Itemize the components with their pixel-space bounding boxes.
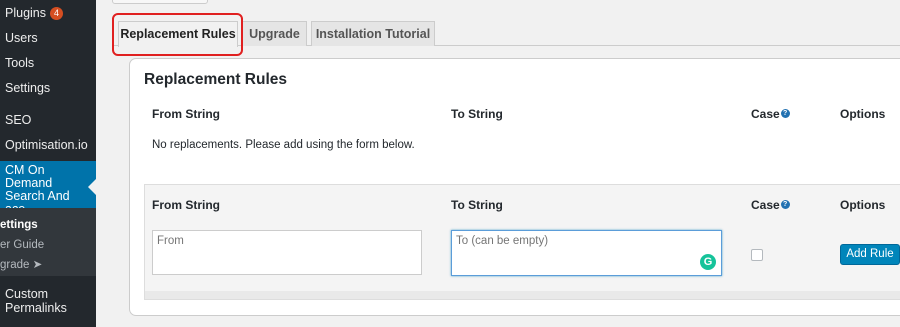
sidebar-item-users[interactable]: Users xyxy=(0,31,96,46)
sidebar-item-optimisation[interactable]: Optimisation.io xyxy=(0,138,96,153)
tab-replacement-rules[interactable]: Replacement Rules xyxy=(118,21,238,47)
sidebar-submenu: ettings er Guide grade ➤ xyxy=(0,208,96,276)
form-header-to-string: To String xyxy=(451,198,503,212)
sidebar-item-cm-search-replace[interactable]: CM On Demand Search And ace xyxy=(0,161,97,216)
header-options: Options xyxy=(840,107,886,121)
panel-title: Replacement Rules xyxy=(144,71,287,88)
submenu-item-user-guide[interactable]: er Guide xyxy=(0,238,96,253)
header-from-string: From String xyxy=(152,107,220,121)
submenu-item-upgrade[interactable]: grade ➤ xyxy=(0,258,96,273)
to-string-input[interactable] xyxy=(451,230,722,276)
header-case: Case? xyxy=(751,107,790,121)
submenu-item-settings[interactable]: ettings xyxy=(0,218,96,233)
sidebar-item-label: Plugins xyxy=(5,6,46,20)
case-checkbox[interactable] xyxy=(751,249,763,261)
form-header-case: Case? xyxy=(751,198,790,212)
tab-upgrade[interactable]: Upgrade xyxy=(242,21,307,46)
sidebar-item-settings[interactable]: Settings xyxy=(0,81,96,96)
sidebar-item-seo[interactable]: SEO xyxy=(0,113,96,128)
current-menu-arrow xyxy=(88,178,97,196)
help-icon[interactable]: ? xyxy=(780,109,790,118)
form-footer xyxy=(145,291,900,299)
header-to-string: To String xyxy=(451,107,503,121)
top-button[interactable] xyxy=(112,0,208,4)
header-case-label: Case xyxy=(751,107,780,121)
from-string-input[interactable] xyxy=(152,230,422,275)
sidebar-item-tools[interactable]: Tools xyxy=(0,56,96,71)
help-icon[interactable]: ? xyxy=(780,200,790,209)
sidebar-item-plugins[interactable]: Plugins 4 xyxy=(0,6,96,21)
form-header-options: Options xyxy=(840,198,886,212)
sidebar-item-custom-permalinks[interactable]: Custom Permalinks xyxy=(0,287,90,315)
form-header-case-label: Case xyxy=(751,198,780,212)
add-rule-button[interactable]: Add Rule xyxy=(840,244,900,265)
admin-sidebar: Plugins 4 Users Tools Settings SEO Optimi… xyxy=(0,0,97,327)
form-header-from-string: From String xyxy=(152,198,220,212)
grammarly-icon[interactable]: G xyxy=(700,254,716,270)
tab-installation-tutorial[interactable]: Installation Tutorial xyxy=(311,21,435,46)
empty-message: No replacements. Please add using the fo… xyxy=(152,139,415,151)
update-count-badge: 4 xyxy=(50,7,64,20)
